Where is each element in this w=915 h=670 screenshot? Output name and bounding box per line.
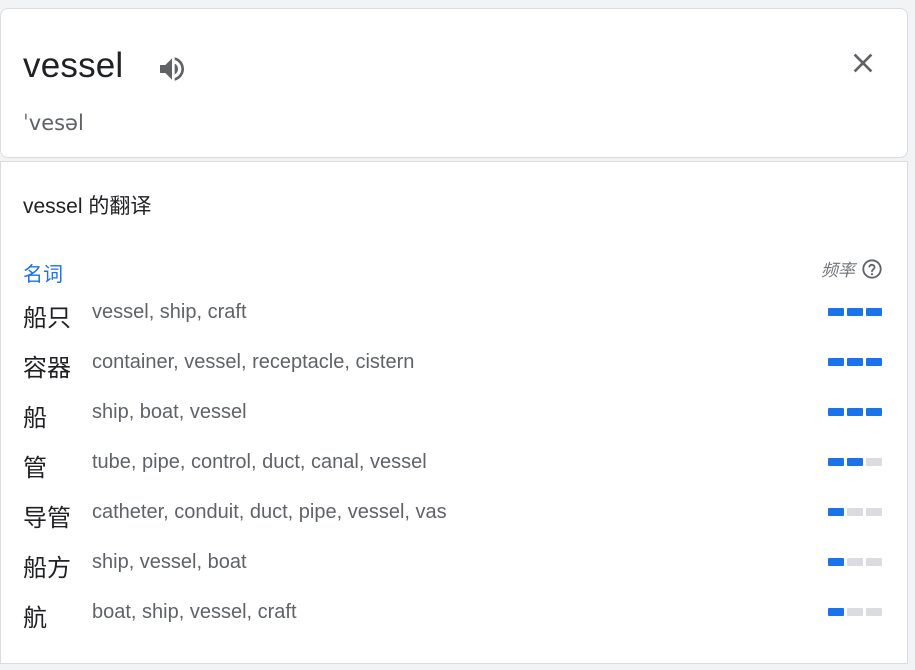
translation-term[interactable]: 船 xyxy=(23,398,47,433)
headword: vessel xyxy=(23,46,124,85)
frequency-bar xyxy=(828,558,844,566)
translation-row[interactable]: 管 tube, pipe, control, duct, canal, vesse… xyxy=(1,444,909,484)
frequency-indicator xyxy=(828,408,882,416)
translation-row[interactable]: 容器 container, vessel, receptacle, cistern xyxy=(1,344,909,384)
frequency-bar xyxy=(847,308,863,316)
close-icon[interactable] xyxy=(847,47,879,79)
translation-term[interactable]: 导管 xyxy=(23,498,71,533)
frequency-bar xyxy=(866,508,882,516)
frequency-bar xyxy=(828,608,844,616)
frequency-header: 频率 xyxy=(821,256,883,281)
frequency-bar xyxy=(828,358,844,366)
frequency-bar xyxy=(866,308,882,316)
frequency-bar xyxy=(828,508,844,516)
translation-term[interactable]: 船只 xyxy=(23,298,71,333)
translation-term[interactable]: 航 xyxy=(23,598,47,633)
translation-term[interactable]: 管 xyxy=(23,448,47,483)
frequency-bar xyxy=(847,408,863,416)
word-header-card: vessel ˈvesəl xyxy=(0,8,908,158)
phonetic-transcription: ˈvesəl xyxy=(23,111,84,135)
frequency-indicator xyxy=(828,508,882,516)
frequency-indicator xyxy=(828,558,882,566)
translations-title: vessel 的翻译 xyxy=(23,195,152,218)
frequency-indicator xyxy=(828,458,882,466)
translations-card: vessel 的翻译 名词 频率 船只 vessel, ship, craft 容器… xyxy=(0,161,908,664)
translation-synonyms: vessel, ship, craft xyxy=(92,301,247,323)
frequency-bar xyxy=(866,558,882,566)
frequency-bar xyxy=(847,608,863,616)
translation-row[interactable]: 船方 ship, vessel, boat xyxy=(1,544,909,584)
frequency-bar xyxy=(847,358,863,366)
translation-synonyms: container, vessel, receptacle, cistern xyxy=(92,351,415,373)
frequency-label: 频率 xyxy=(821,261,855,280)
frequency-bar xyxy=(847,508,863,516)
speaker-icon[interactable] xyxy=(156,53,188,85)
translation-row[interactable]: 导管 catheter, conduit, duct, pipe, vessel,… xyxy=(1,494,909,534)
translation-synonyms: boat, ship, vessel, craft xyxy=(92,601,297,623)
translation-synonyms: ship, vessel, boat xyxy=(92,551,247,573)
frequency-bar xyxy=(847,558,863,566)
frequency-bar xyxy=(828,458,844,466)
frequency-bar xyxy=(866,458,882,466)
translation-term[interactable]: 容器 xyxy=(23,348,71,383)
frequency-bar xyxy=(828,308,844,316)
translation-synonyms: catheter, conduit, duct, pipe, vessel, v… xyxy=(92,501,447,523)
frequency-indicator xyxy=(828,308,882,316)
frequency-bar xyxy=(866,408,882,416)
help-icon[interactable] xyxy=(861,258,883,280)
frequency-indicator xyxy=(828,608,882,616)
frequency-bar xyxy=(866,358,882,366)
frequency-indicator xyxy=(828,358,882,366)
translation-synonyms: tube, pipe, control, duct, canal, vessel xyxy=(92,451,427,473)
translation-row[interactable]: 船 ship, boat, vessel xyxy=(1,394,909,434)
frequency-bar xyxy=(828,408,844,416)
frequency-bar xyxy=(847,458,863,466)
translation-row[interactable]: 船只 vessel, ship, craft xyxy=(1,294,909,334)
part-of-speech-label: 名词 xyxy=(23,264,63,286)
frequency-bar xyxy=(866,608,882,616)
translation-term[interactable]: 船方 xyxy=(23,548,71,583)
translation-row[interactable]: 航 boat, ship, vessel, craft xyxy=(1,594,909,634)
translation-synonyms: ship, boat, vessel xyxy=(92,401,247,423)
